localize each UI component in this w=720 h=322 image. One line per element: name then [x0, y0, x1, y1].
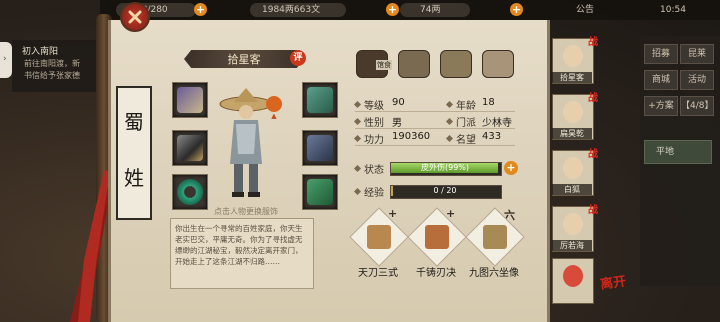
skill-name: 九图六坐像 [469, 268, 519, 279]
party-member-portrait[interactable] [552, 258, 594, 304]
party-member-name: 扁昊乾 [552, 128, 592, 139]
skill-book-icon [367, 225, 391, 249]
money-value: 1984两663文 [262, 5, 321, 15]
quest-description-line: 书信给予张家德 [24, 71, 80, 80]
gender-value: 男 [392, 118, 402, 129]
surname-char: 蜀 [124, 110, 144, 134]
status-text: 皮外伤(99%) [420, 163, 470, 172]
plan-button[interactable]: +方案 [644, 96, 678, 116]
clock-time: 10:54 [660, 5, 686, 15]
age-label: 年龄 [456, 101, 476, 112]
quest-description-line: 前往南阳渡，新 [24, 59, 80, 68]
bio-line: 缥缈的江湖秘宝，毅然决定离开家门， [175, 246, 303, 255]
equip-slot-weapon[interactable] [172, 130, 208, 166]
add-money-button[interactable]: + [386, 3, 399, 16]
yin-yang-icon[interactable] [440, 50, 472, 78]
hat-icon [307, 87, 333, 113]
activity-button[interactable]: 活动 [680, 70, 714, 90]
skill-book-icon [483, 225, 507, 249]
character-figure[interactable]: ▲ [212, 84, 300, 204]
divider [355, 145, 515, 146]
leave-button[interactable]: 离开 [599, 270, 627, 292]
chevron-right-icon: › [3, 54, 7, 64]
status-label: 状态 [364, 165, 384, 176]
bio-line: 老实巴交，平庸无奇。你为了寻找虚无 [175, 235, 303, 244]
gender-label: 性别 [364, 118, 384, 129]
avatar [563, 213, 583, 235]
avatar [563, 45, 583, 67]
party-member-name: 白狐 [552, 184, 592, 195]
power-value: 190360 [392, 131, 431, 142]
equip-slot-gloves[interactable] [172, 82, 208, 118]
sword-icon [177, 135, 203, 161]
boots-icon [307, 179, 333, 205]
surname-char: 姓 [124, 166, 144, 190]
silver-value: 74两 [420, 5, 441, 15]
scroll-icon[interactable] [398, 50, 430, 78]
fame-value: 433 [482, 131, 502, 142]
armor-icon [307, 135, 333, 161]
divider [355, 111, 515, 112]
terrain-label: 平地 [656, 147, 675, 157]
quest-title: 初入南阳 [22, 47, 59, 57]
avatar [563, 265, 583, 287]
comment-button[interactable]: 评 [290, 50, 306, 66]
level-value: 90 [392, 97, 405, 108]
sect-value: 少林寺 [482, 118, 512, 129]
shop-button[interactable]: 商城 [644, 70, 678, 90]
avatar [563, 101, 583, 123]
bio-box: 你出生在一个寻常的百姓家庭，你天生 老实巴交，平庸无奇。你为了寻找虚无 缥缈的江… [170, 218, 314, 270]
close-button[interactable] [120, 2, 150, 32]
character-name: 拾星客 [227, 53, 261, 66]
exp-label: 经验 [364, 188, 384, 199]
surname-card: 蜀 姓 [116, 86, 152, 220]
top-resource-bar: 28/280 + 1984两663文 + 74两 + 公告 10:54 [100, 0, 720, 20]
recruit-button[interactable]: 招募 [644, 44, 678, 64]
exp-text: 0 / 20 [433, 186, 457, 195]
bio-box-bottom [170, 268, 314, 289]
terrain-box [644, 140, 712, 164]
party-member-name: 厉若海 [552, 240, 592, 251]
change-outfit-hint: 点击人物更换服饰 [214, 207, 278, 216]
bio-line: 你出生在一个寻常的百姓家庭，你天生 [175, 224, 303, 233]
meridian-icon[interactable] [482, 50, 514, 78]
notice-button[interactable]: 公告 [576, 3, 594, 17]
battle-tag: 战 [588, 93, 598, 104]
power-label: 功力 [364, 135, 384, 146]
heal-button[interactable]: + [504, 161, 518, 175]
age-value: 18 [482, 97, 495, 108]
add-resource-button[interactable]: + [194, 3, 207, 16]
equip-slot-hat[interactable] [302, 82, 338, 118]
battle-tag: 战 [588, 205, 598, 216]
sect-label: 门派 [456, 118, 476, 129]
bio-line: 开始走上了这条江湖不归路…… [175, 257, 280, 266]
equip-slot-boots[interactable] [302, 174, 338, 210]
food-label: 馆食 [376, 60, 392, 70]
divider [355, 128, 515, 129]
ring-icon [177, 179, 203, 205]
battle-tag: 战 [588, 37, 598, 48]
add-silver-button[interactable]: + [510, 3, 523, 16]
party-member-name: 拾星客 [552, 72, 592, 83]
fame-label: 名望 [456, 135, 476, 146]
gloves-icon [177, 87, 203, 113]
collapse-panel-tab[interactable]: › [0, 42, 12, 78]
kunlai-button[interactable]: 昆莱 [680, 44, 714, 64]
equip-slot-armor[interactable] [302, 130, 338, 166]
battle-tag: 战 [588, 149, 598, 160]
svg-text:▲: ▲ [271, 112, 277, 120]
plan-count: 【4/8】 [680, 96, 714, 116]
skill-book-icon [425, 225, 449, 249]
equip-slot-ring[interactable] [172, 174, 208, 210]
close-icon [128, 10, 142, 24]
level-label: 等级 [364, 101, 384, 112]
avatar [563, 157, 583, 179]
